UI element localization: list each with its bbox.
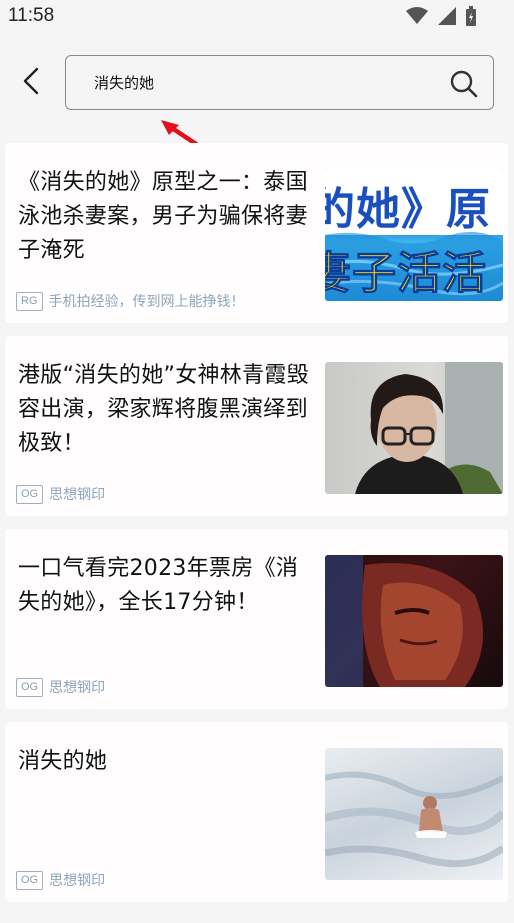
item-meta: OG 思想钢印 <box>16 870 105 890</box>
list-item[interactable]: 港版“消失的她”女神林青霞毁容出演，梁家辉将腹黑演绎到极致！ OG 思想钢印 <box>5 336 508 516</box>
source-badge: RG <box>16 291 43 311</box>
item-title: 一口气看完2023年票房《消失的她》，全长17分钟！ <box>18 556 299 615</box>
back-arrow-icon <box>23 67 39 95</box>
item-thumbnail <box>325 555 503 687</box>
list-item[interactable]: 消失的她 OG 思想钢印 <box>5 722 508 902</box>
search-input[interactable] <box>94 73 434 91</box>
thumb-caption-bottom: 妻子活活 <box>325 248 487 300</box>
source-name: 手机拍经验，传到网上能挣钱！ <box>48 294 245 310</box>
battery-icon <box>466 6 476 26</box>
source-name: 思想钢印 <box>49 487 106 503</box>
item-title: 港版“消失的她”女神林青霞毁容出演，梁家辉将腹黑演绎到极致！ <box>18 363 309 456</box>
search-box[interactable] <box>65 55 494 110</box>
item-title: 《消失的她》原型之一：泰国泳池杀妻案，男子为骗保将妻子淹死 <box>18 170 308 263</box>
back-button[interactable] <box>14 64 48 98</box>
list-item[interactable]: 《消失的她》原型之一：泰国泳池杀妻案，男子为骗保将妻子淹死 的她》原 妻子活活 … <box>5 143 508 323</box>
status-time: 11:58 <box>8 5 55 26</box>
source-name: 思想钢印 <box>49 873 106 889</box>
list-item[interactable]: 一口气看完2023年票房《消失的她》，全长17分钟！ OG 思想钢印 <box>5 529 508 709</box>
item-title: 消失的她 <box>18 749 108 774</box>
wifi-icon <box>406 7 428 24</box>
source-badge: OG <box>16 484 44 504</box>
item-meta: OG 思想钢印 <box>16 484 105 504</box>
source-name: 思想钢印 <box>49 680 106 696</box>
item-thumbnail: 的她》原 妻子活活 <box>325 169 503 301</box>
source-badge: OG <box>16 677 44 697</box>
source-badge: OG <box>16 870 44 890</box>
search-icon[interactable] <box>449 69 479 103</box>
item-thumbnail <box>325 748 503 880</box>
signal-icon <box>438 7 456 25</box>
status-bar: 11:58 <box>0 0 514 36</box>
thumb-caption-top: 的她》原 <box>325 184 491 235</box>
item-thumbnail <box>325 362 503 494</box>
item-meta: OG 思想钢印 <box>16 677 105 697</box>
search-header <box>0 36 514 161</box>
item-meta: RG 手机拍经验，传到网上能挣钱！ <box>16 291 245 311</box>
status-icons <box>406 6 476 26</box>
